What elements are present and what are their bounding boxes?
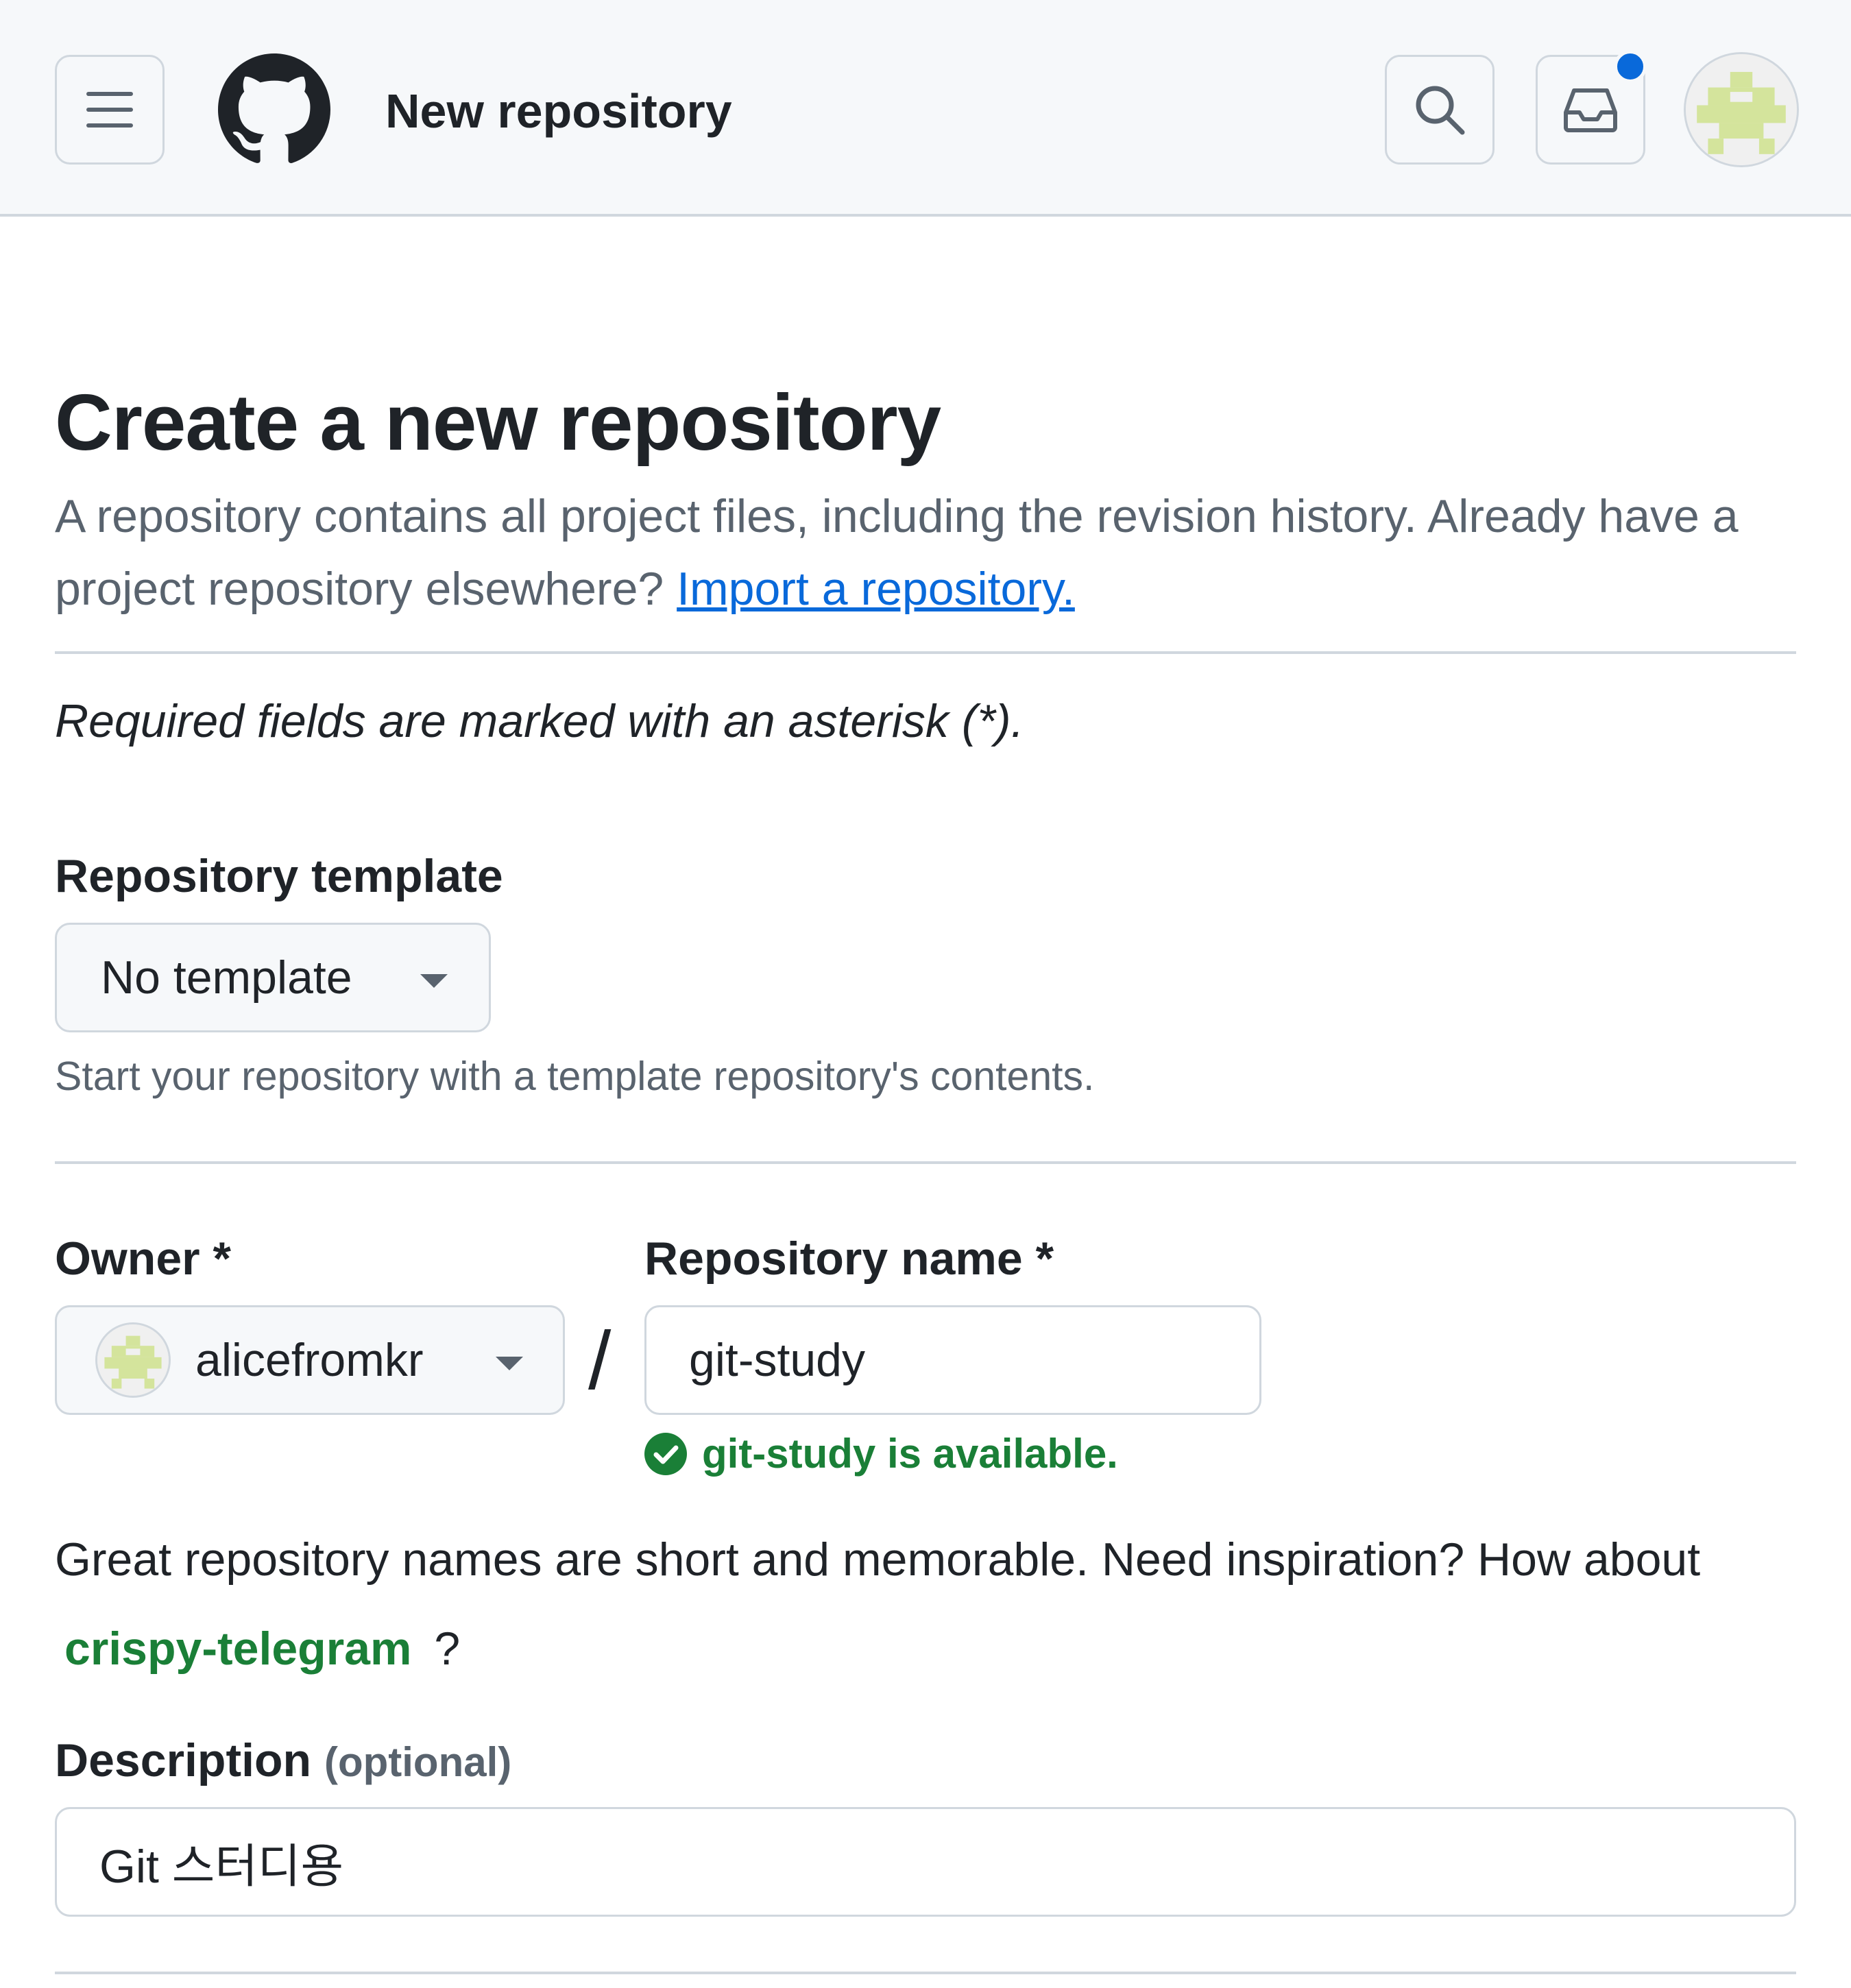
chevron-down-icon: [420, 974, 448, 988]
template-helper-text: Start your repository with a template re…: [55, 1054, 1095, 1099]
section-divider: [55, 1161, 1796, 1164]
import-repository-link[interactable]: Import a repository.: [677, 563, 1075, 615]
description-label: Description (optional): [55, 1732, 511, 1791]
user-avatar[interactable]: [1684, 52, 1799, 167]
intro-paragraph: A repository contains all project files,…: [55, 480, 1796, 625]
owner-avatar-identicon: [97, 1324, 169, 1396]
chevron-down-icon: [496, 1357, 523, 1370]
page-title: Create a new repository: [55, 378, 941, 467]
inspiration-text: Great repository names are short and mem…: [55, 1534, 1701, 1586]
owner-selected-value: alicefromkr: [195, 1334, 424, 1386]
required-fields-note: Required fields are marked with an aster…: [55, 695, 1024, 747]
repository-name-label: Repository name *: [644, 1233, 1054, 1285]
section-divider: [55, 651, 1796, 654]
section-divider: [55, 1972, 1796, 1974]
optional-tag: (optional): [324, 1739, 512, 1785]
notification-dot: [1614, 50, 1647, 83]
description-input[interactable]: [55, 1807, 1796, 1917]
github-logo-icon[interactable]: [218, 53, 330, 166]
template-label: Repository template: [55, 850, 503, 902]
suggested-name-link[interactable]: crispy-telegram: [64, 1623, 411, 1675]
inspiration-question-mark: ?: [434, 1623, 461, 1675]
owner-label: Owner *: [55, 1233, 231, 1285]
header-title: New repository: [385, 84, 732, 138]
search-button[interactable]: [1385, 55, 1495, 165]
availability-message: git-study is available.: [644, 1430, 1118, 1477]
template-selected-value: No template: [101, 951, 352, 1004]
check-circle-icon: [644, 1432, 687, 1475]
template-select[interactable]: No template: [55, 923, 491, 1032]
inbox-button[interactable]: [1536, 50, 1647, 165]
top-header: New repository: [0, 0, 1851, 217]
user-avatar-identicon: [1686, 54, 1797, 165]
owner-avatar: [95, 1322, 171, 1398]
name-inspiration: Great repository names are short and mem…: [55, 1515, 1796, 1693]
availability-text: git-study is available.: [702, 1431, 1118, 1477]
hamburger-menu-icon: [86, 92, 133, 128]
description-label-text: Description: [55, 1734, 312, 1786]
owner-select[interactable]: alicefromkr: [55, 1305, 565, 1415]
menu-button[interactable]: [55, 55, 165, 165]
repository-name-input[interactable]: [644, 1305, 1261, 1415]
owner-repo-separator: /: [588, 1315, 612, 1407]
search-icon: [1416, 86, 1465, 135]
inbox-icon: [1564, 88, 1617, 132]
